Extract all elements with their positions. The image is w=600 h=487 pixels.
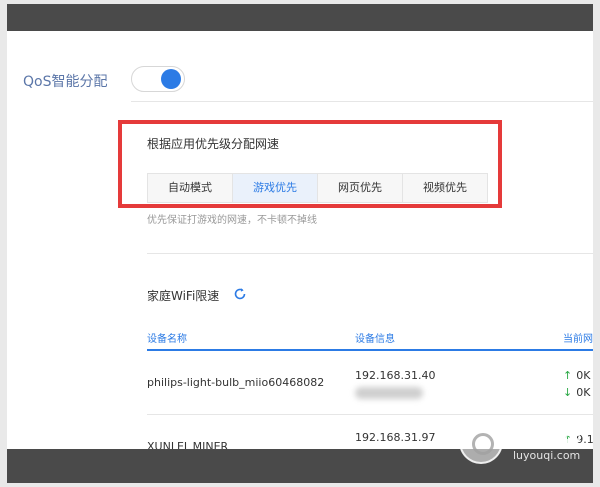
- qos-title: QoS智能分配: [23, 74, 108, 90]
- watermark-logo-icon: [459, 420, 503, 464]
- device-name: XUNLEI_MINER: [147, 440, 229, 449]
- top-bar: [7, 4, 593, 31]
- wifi-limit-title: 家庭WiFi限速: [147, 289, 220, 303]
- watermark-url: luyouqi.com: [513, 449, 581, 462]
- watermark-text: 路由器: [511, 425, 584, 450]
- device-ip: 192.168.31.97: [355, 431, 436, 444]
- highlight-box: [118, 120, 502, 208]
- column-current-speed: 当前网: [563, 334, 593, 345]
- blurred-device-info: [355, 387, 423, 399]
- qos-toggle[interactable]: [131, 66, 185, 92]
- divider: [147, 253, 593, 254]
- settings-panel: QoS智能分配 根据应用优先级分配网速 自动模式 游戏优先 网页优先 视频优先 …: [7, 31, 593, 449]
- column-device-info: 设备信息: [355, 334, 395, 345]
- toggle-knob: [161, 69, 181, 89]
- row-divider: [147, 414, 593, 415]
- upload-speed: ↑ 0K: [563, 369, 591, 382]
- watermark: 路由器 luyouqi.com: [459, 418, 595, 470]
- refresh-icon[interactable]: [233, 287, 247, 301]
- device-ip: 192.168.31.40: [355, 369, 436, 382]
- divider: [131, 101, 593, 102]
- arrow-up-icon: ↑: [563, 369, 573, 382]
- column-device-name: 设备名称: [147, 334, 187, 345]
- arrow-down-icon: ↓: [563, 386, 573, 399]
- table-header-line: [147, 349, 593, 351]
- priority-hint: 优先保证打游戏的网速，不卡顿不掉线: [147, 215, 317, 226]
- download-speed: ↓ 0K: [563, 386, 591, 399]
- device-name: philips-light-bulb_miio60468082: [147, 376, 325, 389]
- qos-row: QoS智能分配: [7, 65, 593, 101]
